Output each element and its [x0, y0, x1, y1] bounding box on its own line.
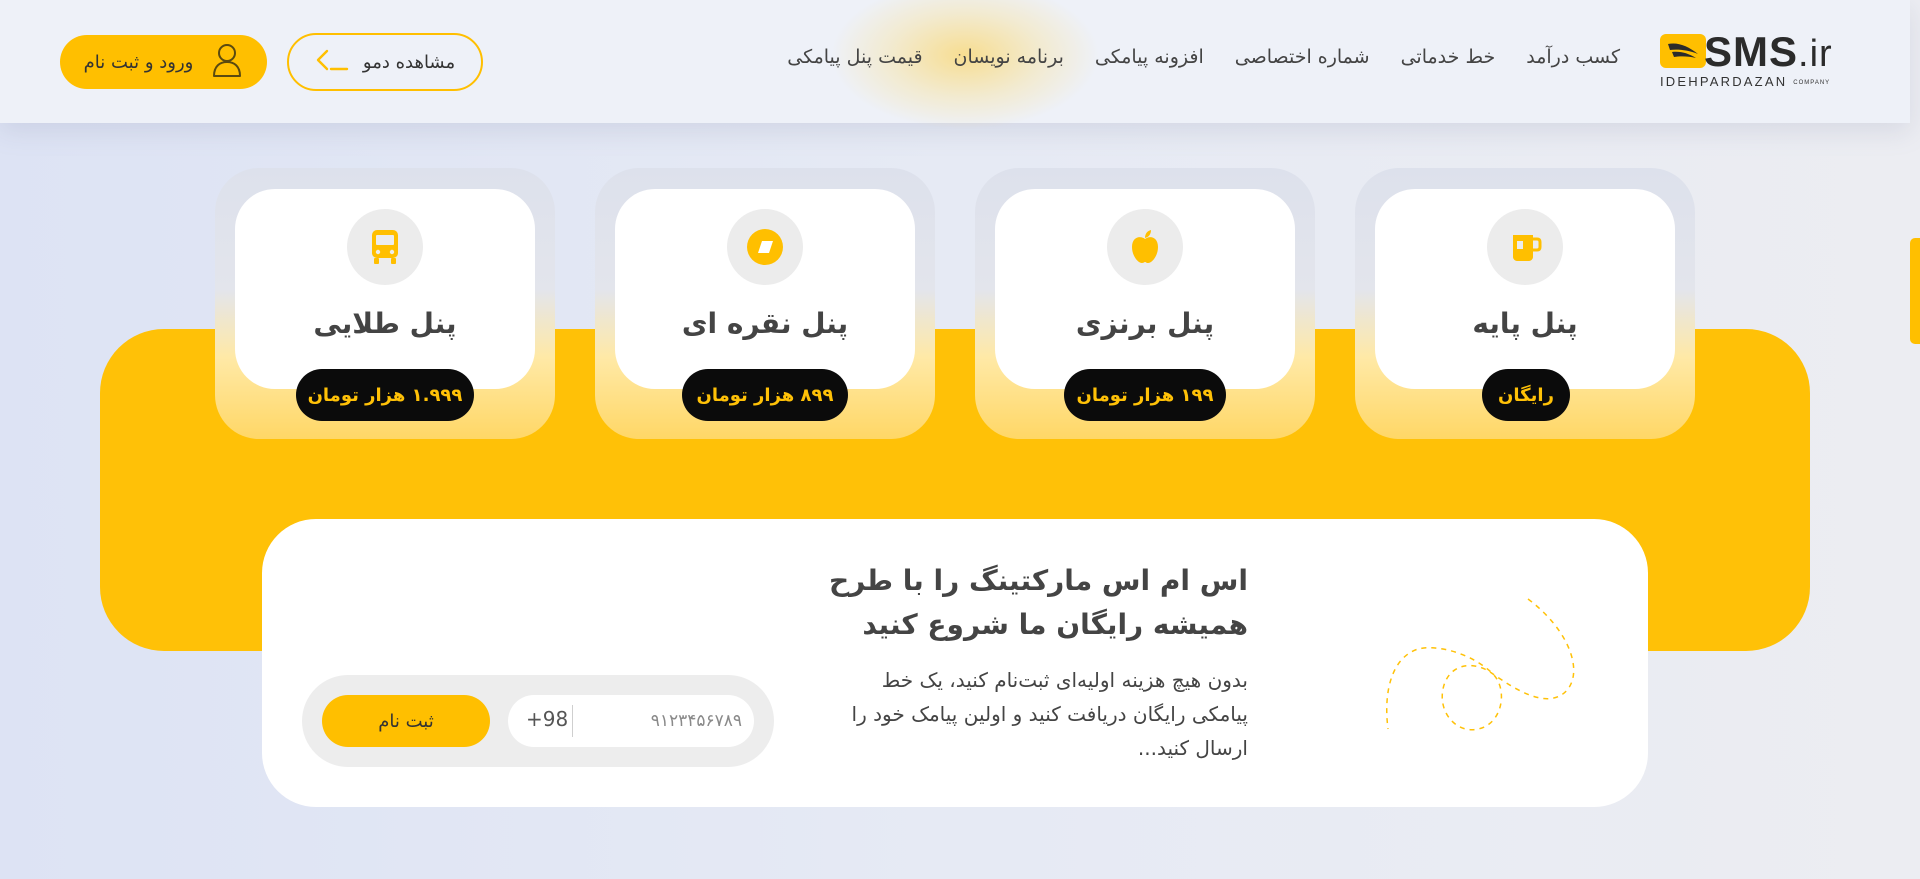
plan-price: ۸۹۹ هزار تومان: [682, 369, 848, 421]
country-code: +98: [526, 707, 569, 731]
nav-link-earn-income[interactable]: کسب درآمد: [1526, 46, 1620, 68]
plan-title: پنل برنزی: [1075, 307, 1215, 340]
phone-input[interactable]: [582, 703, 742, 739]
terminal-icon: [315, 48, 349, 77]
plan-title: پنل پایه: [1472, 307, 1578, 340]
login-label: ورود و ثبت نام: [83, 51, 194, 73]
plan-price: رایگان: [1482, 369, 1570, 421]
phone-field[interactable]: +98: [508, 695, 754, 747]
demo-label: مشاهده دمو: [362, 51, 456, 73]
wings-icon: [1660, 34, 1706, 68]
plan-card-gold[interactable]: پنل طلایی ۱.۹۹۹ هزار تومان: [215, 168, 555, 439]
cta-description: بدون هیچ هزینه اولیه‌ای ثبت‌نام کنید، یک…: [851, 668, 1248, 760]
dashed-swirl-decoration: [1386, 598, 1575, 731]
logo-brand: SMS.ir: [1704, 28, 1833, 75]
phone-divider: [572, 705, 573, 737]
signup-form: ثبت نام +98: [302, 675, 774, 767]
ticket-icon: [727, 209, 803, 285]
site-header: SMS.ir IDEHPARDAZAN COMPANY قیمت پنل پیام…: [0, 0, 1910, 130]
plan-price: ۱.۹۹۹ هزار تومان: [296, 369, 474, 421]
login-register-button[interactable]: ورود و ثبت نام: [60, 35, 267, 89]
nav-link-sms-panel-price[interactable]: قیمت پنل پیامکی: [787, 46, 922, 68]
apple-icon: [1107, 209, 1183, 285]
demo-button[interactable]: مشاهده دمو: [287, 33, 483, 91]
plan-price: ۱۹۹ هزار تومان: [1064, 369, 1226, 421]
nav-link-developers[interactable]: برنامه نویسان: [954, 46, 1064, 68]
nav-link-dedicated-number[interactable]: شماره اختصاصی: [1235, 46, 1370, 68]
scrollbar-thumb[interactable]: [1910, 238, 1920, 344]
nav-link-sms-plugin[interactable]: افزونه پیامکی: [1095, 46, 1204, 68]
plan-title: پنل طلایی: [313, 307, 457, 340]
nav-link-service-line[interactable]: خط خدماتی: [1401, 46, 1496, 68]
plan-card-silver[interactable]: پنل نقره ای ۸۹۹ هزار تومان: [595, 168, 935, 439]
register-button[interactable]: ثبت نام: [322, 695, 490, 747]
cta-title: اس ام اس مارکتینگ را با طرح همیشه رایگان…: [828, 564, 1248, 641]
user-icon: [211, 42, 243, 83]
plan-title: پنل نقره ای: [681, 307, 849, 340]
plan-card-bronze[interactable]: پنل برنزی ۱۹۹ هزار تومان: [975, 168, 1315, 439]
plan-card-basic[interactable]: پنل پایه رایگان: [1355, 168, 1695, 439]
bus-icon: [347, 209, 423, 285]
main-nav: قیمت پنل پیامکی برنامه نویسان افزونه پیا…: [787, 46, 1620, 68]
free-plan-cta: اس ام اس مارکتینگ را با طرح همیشه رایگان…: [262, 519, 1648, 807]
site-logo[interactable]: SMS.ir IDEHPARDAZAN COMPANY: [1660, 28, 1840, 90]
logo-company: IDEHPARDAZAN COMPANY: [1660, 74, 1831, 89]
mug-icon: [1487, 209, 1563, 285]
